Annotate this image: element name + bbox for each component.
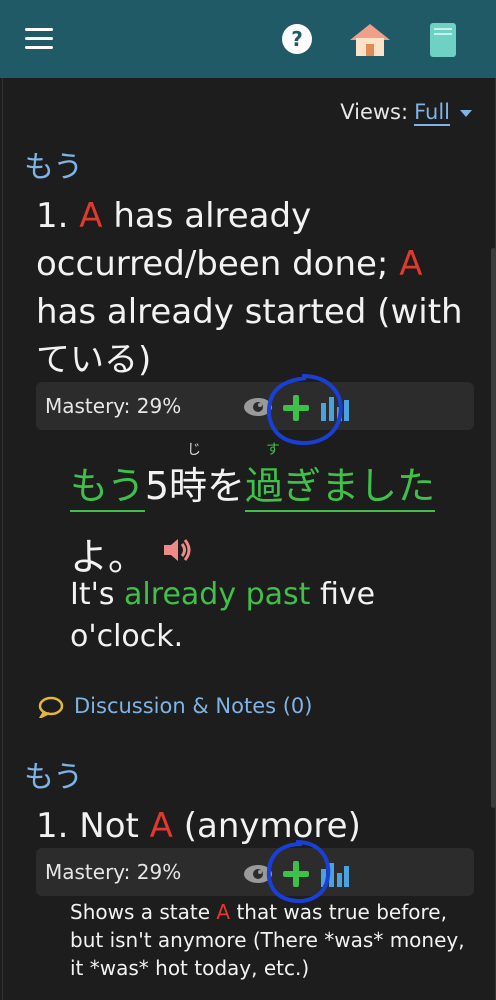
svg-text:?: ? <box>291 27 303 51</box>
meaning-text: has already started (with ている) <box>36 292 463 380</box>
question-circle-icon[interactable]: ? <box>281 23 313 55</box>
placeholder-a: A <box>149 806 173 846</box>
placeholder-a: A <box>216 900 231 924</box>
grammar-word[interactable]: もう <box>70 464 145 512</box>
entry-meaning: 1. Not A (anymore) <box>36 802 476 850</box>
annotation-circle <box>267 374 343 445</box>
entry-kana[interactable]: もう <box>24 752 83 796</box>
hamburger-menu-icon[interactable] <box>25 28 53 50</box>
furigana: じ <box>187 442 201 458</box>
example-sentence-jp: もう5時を過ぎました <box>70 455 436 512</box>
vocab-word[interactable]: 過ぎました <box>245 464 436 512</box>
speaker-icon[interactable] <box>162 537 192 563</box>
top-bar: ? <box>0 0 496 78</box>
mastery-label: Mastery: 29% <box>45 394 182 418</box>
discussion-link[interactable]: Discussion & Notes (0) <box>38 694 312 718</box>
entry-meaning: 1. A has already occurred/been done; A h… <box>36 192 476 384</box>
discussion-label[interactable]: Discussion & Notes (0) <box>74 694 312 718</box>
scrollbar[interactable] <box>491 248 496 808</box>
example-sentence-jp-end: よ。 <box>70 535 147 579</box>
example-translation: It's already past five o'clock. <box>70 574 470 658</box>
speech-bubble-icon <box>38 696 64 718</box>
views-value[interactable]: Full <box>414 100 450 126</box>
views-label: Views: <box>340 100 409 124</box>
translation-highlight: already past <box>124 577 311 612</box>
usage-description: Shows a state A that was true before, bu… <box>70 898 480 982</box>
house-icon[interactable] <box>348 22 392 58</box>
views-selector[interactable]: Views: Full <box>340 100 472 126</box>
meaning-number: 1. <box>36 196 69 236</box>
meaning-number: 1. <box>36 806 69 846</box>
furigana: す <box>266 442 280 458</box>
description-text: Shows a state <box>70 900 211 924</box>
meaning-text: Not <box>79 806 139 846</box>
translation-text: It's <box>70 577 115 612</box>
placeholder-a: A <box>399 244 423 284</box>
example-text: 5時を <box>144 464 246 508</box>
entry-kana[interactable]: もう <box>24 142 83 186</box>
chevron-down-icon[interactable] <box>460 109 472 117</box>
placeholder-a: A <box>79 196 103 236</box>
book-icon[interactable] <box>428 22 458 58</box>
mastery-label: Mastery: 29% <box>45 860 182 884</box>
